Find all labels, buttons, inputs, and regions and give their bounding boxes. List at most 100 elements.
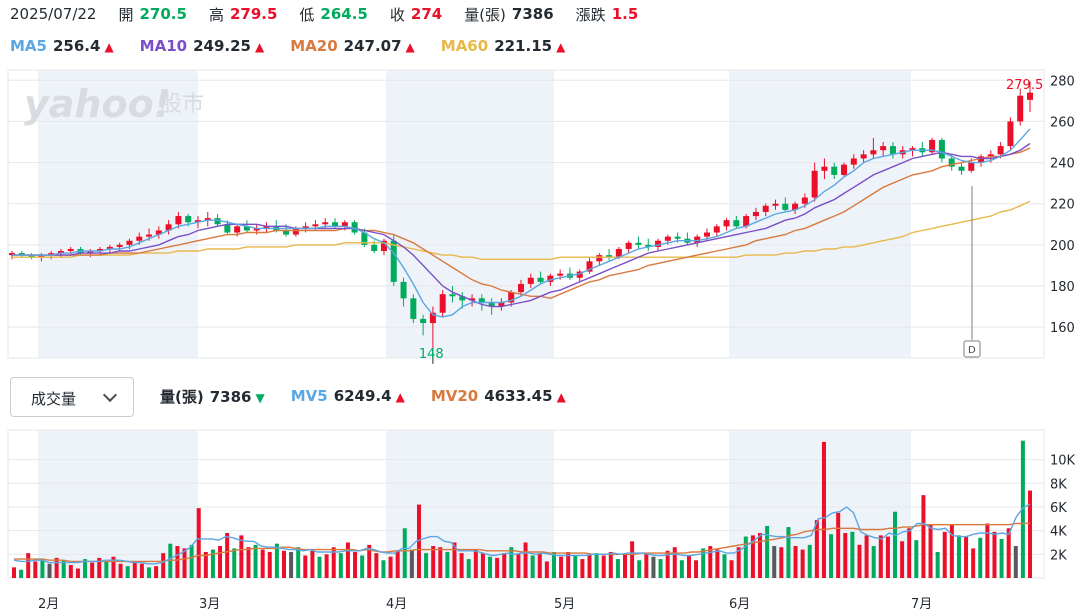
candle-body bbox=[841, 164, 848, 175]
volume-bar bbox=[821, 441, 826, 578]
volume-bar bbox=[807, 544, 812, 578]
volume-bar bbox=[338, 553, 343, 578]
volume-bar bbox=[885, 536, 890, 578]
volume-bar bbox=[637, 560, 642, 578]
volume-bar bbox=[409, 549, 414, 578]
up-triangle-icon: ▲ bbox=[556, 390, 566, 404]
volume-bar bbox=[473, 549, 478, 578]
candle-body bbox=[371, 244, 378, 252]
volume-bar bbox=[459, 553, 464, 578]
chevron-down-icon bbox=[102, 387, 118, 403]
volume-tick-label: 4K bbox=[1050, 525, 1067, 540]
volume-bar bbox=[800, 549, 805, 578]
indicator-select-label: 成交量 bbox=[31, 390, 77, 408]
volume-bar bbox=[196, 508, 201, 578]
volume-bar bbox=[146, 567, 151, 578]
month-band bbox=[729, 430, 911, 578]
volume-bar bbox=[914, 540, 919, 578]
candle-body bbox=[625, 242, 632, 249]
volume-bar bbox=[843, 533, 848, 578]
volume-bar bbox=[466, 559, 471, 578]
min-price-label: 148 bbox=[419, 347, 444, 362]
volume-bar bbox=[516, 554, 521, 578]
volume-bar bbox=[1028, 490, 1032, 578]
volume-bar bbox=[253, 544, 258, 578]
volume-bar bbox=[779, 547, 784, 578]
volume-bar bbox=[608, 551, 613, 578]
volume-bar bbox=[814, 519, 819, 578]
candle-body bbox=[635, 242, 642, 245]
candle-body bbox=[116, 244, 123, 247]
volume-bar bbox=[12, 567, 16, 578]
candle-body bbox=[997, 146, 1004, 155]
volume-bar bbox=[68, 564, 73, 578]
candle-body bbox=[860, 154, 867, 159]
volume-bar bbox=[921, 495, 926, 578]
volume-bar bbox=[118, 563, 123, 578]
volume-bar bbox=[225, 533, 230, 578]
volume-bar bbox=[992, 531, 997, 578]
volume-bar bbox=[33, 561, 38, 578]
candle-body bbox=[518, 283, 524, 293]
volume-tick-label: 2K bbox=[1050, 548, 1067, 563]
volume-bar bbox=[232, 548, 237, 578]
volume-bar bbox=[40, 559, 45, 578]
volume-bar bbox=[907, 528, 912, 578]
candle-body bbox=[674, 236, 681, 239]
volume-bar bbox=[239, 535, 244, 578]
volume-bar bbox=[985, 523, 990, 578]
volume-bar bbox=[104, 561, 109, 578]
volume-bar bbox=[402, 528, 407, 578]
volume-bar bbox=[978, 537, 983, 578]
volume-bar bbox=[651, 556, 656, 578]
candle-body bbox=[889, 146, 896, 155]
volume-bar bbox=[594, 553, 599, 578]
candle-body bbox=[870, 150, 877, 155]
price-tick-label: 280 bbox=[1050, 74, 1075, 89]
volume-bar bbox=[559, 556, 564, 578]
volume-bar bbox=[47, 563, 52, 578]
stock-chart[interactable]: yahoo! 股市 280 260 240 220 200 180 160 10K 8K 6K 4K… bbox=[0, 0, 1087, 616]
candle-body bbox=[1027, 92, 1033, 100]
yahoo-watermark-logo: yahoo! bbox=[24, 82, 171, 126]
volume-bar bbox=[502, 553, 507, 578]
indicator-select[interactable]: 成交量 bbox=[10, 377, 134, 417]
volume-bar bbox=[267, 551, 272, 578]
volume-bar bbox=[438, 547, 443, 578]
candle-body bbox=[146, 234, 153, 237]
candle-body bbox=[821, 166, 828, 171]
volume-bar bbox=[694, 560, 699, 578]
candle-body bbox=[439, 294, 446, 313]
volume-bar bbox=[374, 553, 379, 578]
volume-bar bbox=[871, 546, 876, 578]
volume-bar bbox=[765, 525, 770, 578]
volume-bar bbox=[893, 511, 898, 578]
volume-bar bbox=[260, 549, 265, 578]
volume-bar bbox=[836, 512, 841, 578]
volume-bar bbox=[623, 554, 628, 578]
candle-body bbox=[527, 277, 534, 284]
up-triangle-icon: ▲ bbox=[395, 390, 405, 404]
volume-bar bbox=[488, 556, 493, 578]
candle-body bbox=[596, 255, 603, 262]
volume-bar bbox=[999, 538, 1004, 578]
volume-bar bbox=[246, 547, 251, 578]
volume-bar bbox=[132, 561, 137, 578]
candle-body bbox=[880, 146, 887, 151]
max-price-label: 279.5 bbox=[1006, 78, 1043, 93]
mv20-name: MV20 bbox=[430, 387, 479, 405]
volume-tick-label: 8K bbox=[1050, 477, 1067, 492]
volume-bar bbox=[793, 546, 798, 578]
price-tick-label: 180 bbox=[1050, 280, 1075, 295]
volume-bar bbox=[537, 553, 542, 578]
dividend-marker-label: D bbox=[968, 345, 976, 356]
volume-bar bbox=[743, 536, 748, 578]
volume-bar bbox=[1006, 528, 1011, 578]
month-tick-label: 5月 bbox=[554, 597, 575, 612]
volume-bar bbox=[509, 547, 514, 578]
volume-bar bbox=[161, 553, 166, 578]
candle-body bbox=[733, 220, 740, 227]
volume-bar bbox=[26, 553, 31, 578]
price-tick-label: 260 bbox=[1050, 115, 1075, 130]
vol-legend: 量(張) 7386 ▼ bbox=[160, 386, 265, 407]
